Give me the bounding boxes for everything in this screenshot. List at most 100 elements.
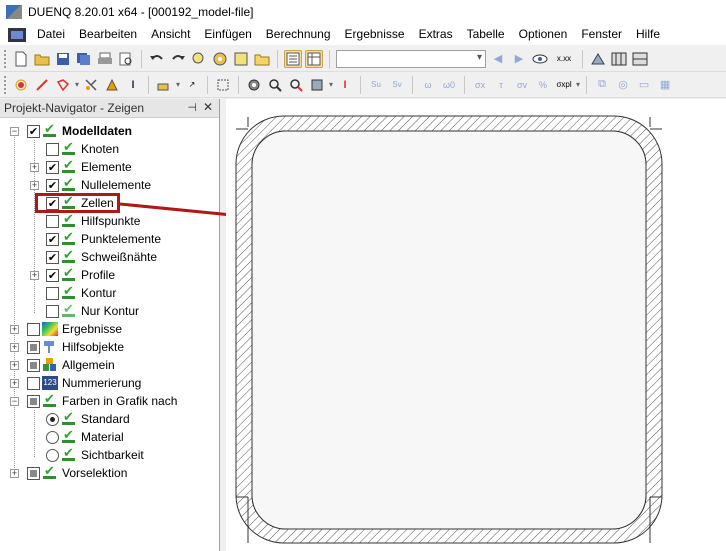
expand-icon[interactable]: +	[30, 271, 39, 280]
grid-view-icon[interactable]	[610, 50, 628, 68]
tree-item-vorselektion[interactable]: Vorselektion	[27, 463, 127, 482]
zoom-window-icon[interactable]	[190, 50, 208, 68]
grid-view-2-icon[interactable]	[631, 50, 649, 68]
checkbox[interactable]	[27, 394, 40, 408]
tree-item-nullelemente[interactable]: ✔ Nullelemente	[46, 175, 151, 194]
open-folder-icon[interactable]	[33, 50, 51, 68]
folder-view-icon[interactable]	[253, 50, 271, 68]
render-icon[interactable]	[589, 50, 607, 68]
omega-icon[interactable]: ω	[419, 76, 437, 94]
tree-item-standard[interactable]: Standard	[46, 409, 130, 428]
profile-i-icon[interactable]: I	[124, 76, 142, 94]
tree-item-hilfsobjekte[interactable]: Hilfsobjekte	[27, 338, 124, 356]
dimension-icon[interactable]: ↗	[183, 76, 201, 94]
checkbox[interactable]: ✔	[46, 250, 59, 264]
redo-icon[interactable]	[169, 50, 187, 68]
tree-item-punktelemente[interactable]: ✔ Punktelemente	[46, 229, 161, 248]
table-section-icon[interactable]: ▦	[656, 76, 674, 94]
gear-icon[interactable]	[245, 76, 263, 94]
search-icon[interactable]	[266, 76, 284, 94]
expand-icon[interactable]: +	[30, 163, 39, 172]
tree-item-knoten[interactable]: Knoten	[46, 139, 119, 158]
checkbox[interactable]	[27, 322, 40, 336]
checkbox[interactable]	[27, 340, 40, 354]
checkbox[interactable]: ✔	[46, 178, 59, 192]
tree-item-farben[interactable]: Farben in Grafik nach	[27, 391, 177, 410]
checkbox[interactable]	[27, 466, 40, 480]
zoom-icon[interactable]	[211, 50, 229, 68]
menu-bearbeiten[interactable]: Bearbeiten	[72, 24, 144, 45]
cell-icon[interactable]	[82, 76, 100, 94]
loadcase-combo[interactable]	[336, 49, 486, 68]
model-view-icon[interactable]	[308, 76, 326, 94]
radio-button[interactable]	[46, 448, 59, 462]
checkbox[interactable]	[46, 304, 59, 318]
table-toggle-icon[interactable]	[305, 49, 323, 68]
menu-ergebnisse[interactable]: Ergebnisse	[338, 24, 412, 45]
circle-section-icon[interactable]: ◎	[614, 76, 632, 94]
print-preview-icon[interactable]	[117, 50, 135, 68]
null-element-icon[interactable]	[54, 76, 72, 94]
print-icon[interactable]	[96, 50, 114, 68]
dropdown-arrow-icon[interactable]: ▾	[576, 80, 580, 89]
menu-tabelle[interactable]: Tabelle	[460, 24, 512, 45]
checkbox[interactable]	[46, 214, 59, 228]
results-eye-icon[interactable]	[531, 50, 549, 68]
checkbox[interactable]	[27, 358, 40, 372]
sv-stress-icon[interactable]: Sv	[388, 76, 406, 94]
element-icon[interactable]	[33, 76, 51, 94]
search-x-icon[interactable]	[287, 76, 305, 94]
next-icon[interactable]: ▶	[510, 50, 528, 68]
menu-extras[interactable]: Extras	[412, 24, 460, 45]
su-stress-icon[interactable]: Su	[367, 76, 385, 94]
expand-icon[interactable]: +	[10, 361, 19, 370]
omega-0-icon[interactable]: ω0	[440, 76, 458, 94]
tree-item-nur-kontur[interactable]: Nur Kontur	[46, 301, 139, 320]
menu-datei[interactable]: Datei	[30, 24, 72, 45]
tree-item-kontur[interactable]: Kontur	[46, 283, 116, 302]
menu-berechnung[interactable]: Berechnung	[259, 24, 338, 45]
axis-icon[interactable]: I	[336, 76, 354, 94]
new-file-icon[interactable]	[12, 50, 30, 68]
toolbar-grip[interactable]	[4, 75, 7, 94]
checkbox[interactable]	[46, 142, 59, 156]
dropdown-arrow-icon[interactable]: ▾	[329, 80, 333, 89]
section-cut-icon[interactable]: ⧉	[593, 76, 611, 94]
checkbox[interactable]	[27, 376, 40, 390]
dropdown-arrow-icon[interactable]: ▾	[75, 80, 79, 89]
tree-item-modelldaten[interactable]: ✔ Modelldaten	[27, 121, 132, 140]
document-window-icon[interactable]	[8, 27, 26, 42]
select-icon[interactable]	[232, 50, 250, 68]
close-icon[interactable]: ✕	[203, 100, 213, 114]
tree-item-profile[interactable]: ✔ Profile	[46, 265, 115, 284]
tree-item-ergebnisse[interactable]: Ergebnisse	[27, 320, 122, 338]
save-all-icon[interactable]	[75, 50, 93, 68]
tree-item-elemente[interactable]: ✔ Elemente	[46, 157, 132, 176]
sigma-x-icon[interactable]: σx	[471, 76, 489, 94]
values-icon[interactable]: x.xx	[552, 50, 576, 68]
previous-icon[interactable]: ◀	[489, 50, 507, 68]
tree-item-nummerierung[interactable]: 123 Nummerierung	[27, 374, 141, 392]
pin-icon[interactable]: ⊣	[187, 101, 197, 114]
expand-icon[interactable]: +	[10, 379, 19, 388]
expand-icon[interactable]: +	[10, 325, 19, 334]
menu-ansicht[interactable]: Ansicht	[144, 24, 197, 45]
node-icon[interactable]	[12, 76, 30, 94]
expand-icon[interactable]: +	[30, 181, 39, 190]
dropdown-arrow-icon[interactable]: ▾	[176, 80, 180, 89]
expand-icon[interactable]: +	[10, 469, 19, 478]
checkbox[interactable]: ✔	[46, 268, 59, 282]
checkbox[interactable]	[46, 286, 59, 300]
save-icon[interactable]	[54, 50, 72, 68]
menu-hilfe[interactable]: Hilfe	[629, 24, 667, 45]
load-icon[interactable]	[155, 76, 173, 94]
expand-icon[interactable]: +	[10, 343, 19, 352]
rect-section-icon[interactable]: ▭	[635, 76, 653, 94]
frame-select-icon[interactable]	[214, 76, 232, 94]
graphics-canvas[interactable]	[226, 99, 726, 551]
point-element-icon[interactable]	[103, 76, 121, 94]
menu-einfuegen[interactable]: Einfügen	[197, 24, 258, 45]
tree-item-schweissnaehte[interactable]: ✔ Schweißnähte	[46, 247, 157, 266]
sigma-v-icon[interactable]: σv	[513, 76, 531, 94]
tau-icon[interactable]: τ	[492, 76, 510, 94]
